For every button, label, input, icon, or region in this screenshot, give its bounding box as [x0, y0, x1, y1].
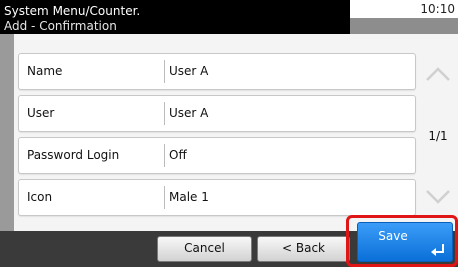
row-value: Male 1: [169, 190, 209, 204]
clock: 10:10: [350, 0, 458, 18]
left-rail: [0, 34, 14, 231]
scroll-area: 1/1: [418, 34, 458, 231]
row-icon[interactable]: Icon Male 1: [18, 179, 416, 216]
page-title: System Menu/Counter.: [4, 4, 141, 18]
chevron-down-icon[interactable]: [422, 179, 454, 215]
confirmation-panel: Name User A User User A Password Login O…: [0, 34, 458, 231]
row-label: User: [27, 106, 55, 120]
row-name[interactable]: Name User A: [18, 53, 416, 90]
row-separator: [164, 186, 165, 209]
row-separator: [164, 60, 165, 83]
page-subtitle: Add - Confirmation: [4, 19, 117, 33]
row-password-login[interactable]: Password Login Off: [18, 137, 416, 174]
page-indicator: 1/1: [428, 129, 448, 143]
header-gray-strip: [350, 18, 458, 34]
row-value: User A: [169, 64, 209, 78]
status-bar: System Menu/Counter. 10:10 Add - Confirm…: [0, 0, 458, 34]
row-label: Icon: [27, 190, 53, 204]
save-highlight-frame: [346, 215, 458, 267]
row-separator: [164, 102, 165, 125]
back-button[interactable]: < Back: [257, 236, 350, 262]
row-value: Off: [169, 148, 187, 162]
row-separator: [164, 144, 165, 167]
row-label: Name: [27, 64, 63, 78]
row-value: User A: [169, 106, 209, 120]
row-label: Password Login: [27, 148, 120, 162]
row-user[interactable]: User User A: [18, 95, 416, 132]
chevron-up-icon[interactable]: [422, 56, 454, 92]
cancel-button[interactable]: Cancel: [157, 236, 252, 262]
